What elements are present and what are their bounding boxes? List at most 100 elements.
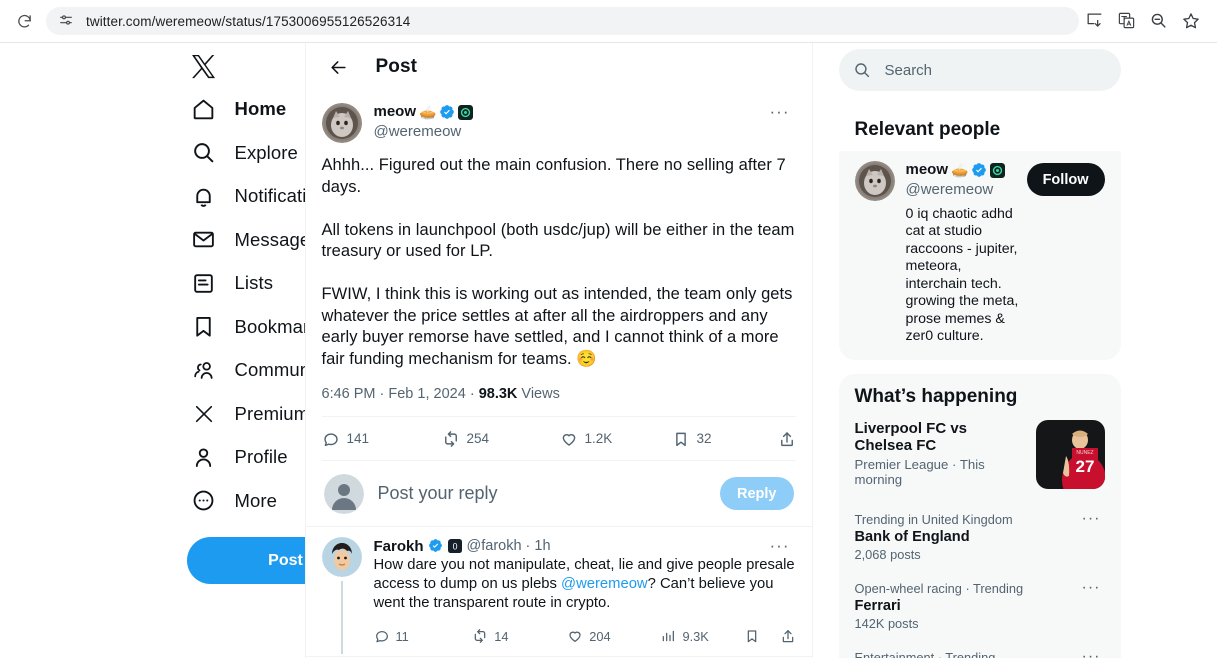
sidebar-item-premium[interactable]: Premium xyxy=(187,393,324,435)
x-icon xyxy=(187,397,221,431)
whats-happening-title: What’s happening xyxy=(838,373,1121,418)
display-name: meow xyxy=(373,103,417,120)
svg-text:27: 27 xyxy=(1075,457,1094,476)
bell-icon xyxy=(187,179,221,213)
trend-hero-text: Liverpool FC vs Chelsea FC Premier Leagu… xyxy=(855,420,1024,487)
translate-icon[interactable] xyxy=(1117,11,1137,31)
bookmark-icon xyxy=(187,310,221,344)
envelope-icon xyxy=(187,223,221,257)
whats-happening-card: What’s happening Liverpool FC vs Chelsea… xyxy=(838,373,1121,658)
reply-count: 11 xyxy=(395,628,409,644)
repost-action[interactable]: 14 xyxy=(472,628,567,644)
display-name-row: meow 🥧 xyxy=(374,103,764,121)
trend-more-button[interactable]: ··· xyxy=(1078,510,1105,562)
share-icon[interactable] xyxy=(778,430,796,448)
views-action[interactable]: 9.3K xyxy=(660,628,743,644)
sidebar-item-more[interactable]: More xyxy=(187,480,292,522)
avatar[interactable] xyxy=(321,103,362,143)
trend-item[interactable]: Trending in United Kingdom Bank of Engla… xyxy=(839,503,1121,572)
zoom-out-icon[interactable] xyxy=(1149,11,1169,31)
mention-link[interactable]: @weremeow xyxy=(561,576,648,592)
sidebar-item-label: More xyxy=(234,489,278,511)
affiliate-badge[interactable]: 0 xyxy=(447,538,463,554)
reply-submit-button[interactable]: Reply xyxy=(720,477,794,510)
handle: @weremeow xyxy=(905,181,994,198)
search-bar[interactable] xyxy=(838,49,1121,91)
tweet-time: 6:46 PM xyxy=(321,386,376,402)
svg-text:0: 0 xyxy=(452,541,457,551)
affiliate-badge[interactable] xyxy=(990,162,1006,178)
trend-hero-item[interactable]: Liverpool FC vs Chelsea FC Premier Leagu… xyxy=(839,418,1121,503)
search-icon xyxy=(187,136,221,170)
reply-author-row: Farokh 0 @farokh · 1h ··· xyxy=(374,537,796,555)
repost-action[interactable]: 254 xyxy=(442,430,560,448)
reply-composer[interactable]: Post your reply Reply xyxy=(321,460,796,526)
reply-item: Farokh 0 @farokh · 1h ··· How dare you n… xyxy=(305,526,812,656)
tweet-text: Ahhh... Figured out the main confusion. … xyxy=(322,155,796,370)
reply-action[interactable]: 141 xyxy=(322,430,442,448)
main-timeline-column: Post meow 🥧 @weremeow ··· Ahhh... Figure… xyxy=(304,43,813,658)
tweet-more-button[interactable]: ··· xyxy=(764,103,796,121)
search-input[interactable] xyxy=(884,61,1107,79)
follow-button[interactable]: Follow xyxy=(1026,163,1105,196)
trend-hero-title: Liverpool FC vs Chelsea FC xyxy=(854,419,968,454)
views-label: Views xyxy=(521,386,560,402)
sidebar-item-lists[interactable]: Lists xyxy=(187,262,288,304)
avatar[interactable] xyxy=(321,537,362,577)
views-count: 98.3K xyxy=(478,386,518,402)
page-title: Post xyxy=(375,56,418,77)
list-icon xyxy=(187,266,221,300)
tweet-author-row: meow 🥧 @weremeow ··· xyxy=(321,95,796,143)
install-app-icon[interactable] xyxy=(1085,11,1105,31)
bookmark-action[interactable]: 32 xyxy=(672,430,772,448)
trend-item[interactable]: Open-wheel racing · Trending Ferrari 142… xyxy=(839,572,1121,641)
back-arrow-icon[interactable] xyxy=(322,50,356,84)
share-icon[interactable] xyxy=(780,628,796,644)
pie-emoji: 🥧 xyxy=(951,162,969,178)
thread-connector xyxy=(340,581,343,654)
display-name: meow xyxy=(905,161,949,178)
main-tweet: meow 🥧 @weremeow ··· Ahhh... Figured out… xyxy=(306,91,812,526)
bookmark-count: 32 xyxy=(696,431,712,446)
trend-name: Ferrari xyxy=(854,597,901,614)
reply-input-placeholder[interactable]: Post your reply xyxy=(378,483,721,504)
reply-action[interactable]: 11 xyxy=(374,628,473,644)
relevant-person-info: meow 🥧 @weremeow 0 iq chaotic adhd cat a… xyxy=(906,161,1027,346)
like-action[interactable]: 1.2K xyxy=(560,430,672,448)
trend-text: Entertainment · Trending #ThisMorning xyxy=(855,650,1078,658)
bookmark-star-icon[interactable] xyxy=(1181,11,1201,31)
verified-badge-icon xyxy=(439,104,455,120)
repost-count: 14 xyxy=(494,628,509,644)
sidebar-item-label: Explore xyxy=(234,141,298,163)
trend-name: Bank of England xyxy=(854,528,970,545)
sidebar-item-home[interactable]: Home xyxy=(187,88,301,130)
address-bar[interactable]: twitter.com/weremeow/status/175300695512… xyxy=(46,7,1079,35)
trend-category: Open-wheel racing · Trending xyxy=(854,580,1024,596)
affiliate-badge[interactable] xyxy=(458,104,474,120)
tweet-paragraph: Ahhh... Figured out the main confusion. … xyxy=(321,156,786,196)
bookmark-action[interactable] xyxy=(744,628,760,644)
trend-more-button[interactable]: ··· xyxy=(1078,579,1105,631)
relevant-people-title: Relevant people xyxy=(838,107,1121,151)
trend-hero-image: 27 NUNEZ xyxy=(1035,419,1105,489)
right-sidebar: Relevant people xyxy=(813,43,1143,658)
trend-count: 2,068 posts xyxy=(854,546,921,562)
trend-more-button[interactable]: ··· xyxy=(1078,648,1105,658)
tweet-action-bar: 141 254 1.2K 32 xyxy=(321,416,796,460)
verified-badge-icon xyxy=(971,162,987,178)
trend-item[interactable]: Entertainment · Trending #ThisMorning ··… xyxy=(839,641,1121,658)
reload-icon[interactable] xyxy=(10,7,38,35)
sidebar-item-label: Profile xyxy=(234,446,288,467)
trend-text: Trending in United Kingdom Bank of Engla… xyxy=(855,512,1078,562)
reply-more-button[interactable]: ··· xyxy=(764,537,796,555)
sidebar-item-label: Home xyxy=(234,98,287,119)
x-logo[interactable] xyxy=(187,49,221,83)
verified-badge-icon xyxy=(428,538,444,554)
trend-count: 142K posts xyxy=(854,615,919,631)
sidebar-item-explore[interactable]: Explore xyxy=(187,132,312,174)
views-count: 9.3K xyxy=(682,628,709,644)
like-action[interactable]: 204 xyxy=(567,628,660,644)
avatar[interactable] xyxy=(854,161,895,201)
site-settings-icon[interactable] xyxy=(58,12,76,30)
sidebar-item-profile[interactable]: Profile xyxy=(187,436,302,478)
